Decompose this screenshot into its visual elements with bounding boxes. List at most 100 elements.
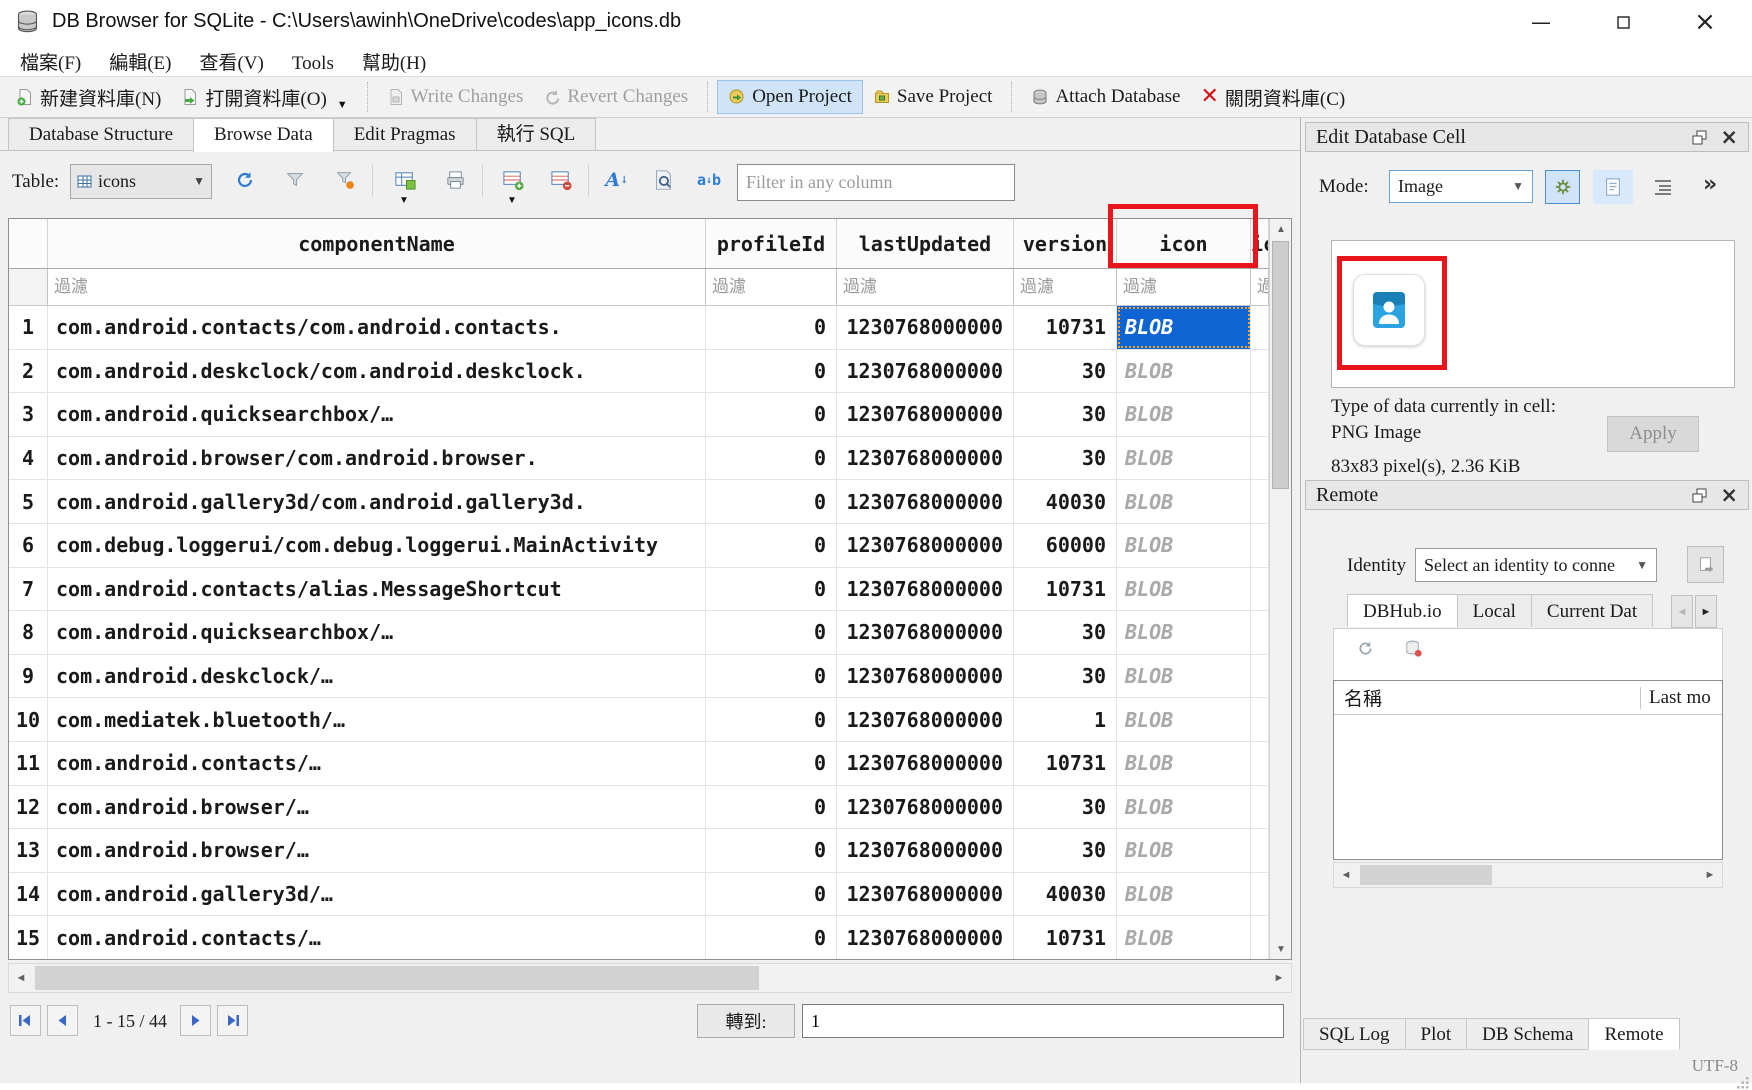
cell-extra[interactable] [1251,437,1269,480]
clear-filter-button[interactable] [332,167,358,193]
cell-profileId[interactable]: 0 [706,306,837,349]
save-table-view-button[interactable] [392,167,418,193]
first-record-button[interactable] [10,1005,41,1036]
close-database-button[interactable]: ✕ 關閉資料庫(C) [1190,79,1355,116]
cell-extra[interactable] [1251,568,1269,611]
save-project-button[interactable]: Save Project [863,81,1003,113]
menu-item-幫助(H)[interactable]: 幫助(H) [348,45,440,78]
scroll-right-arrow[interactable]: ► [1698,863,1722,887]
cell-icon-blob[interactable]: BLOB [1117,350,1251,393]
text-view-button[interactable] [1593,170,1633,204]
list-header-name[interactable]: 名稱 [1334,684,1640,711]
open-project-button[interactable]: Open Project [717,80,863,114]
dock-tab-Remote[interactable]: Remote [1588,1018,1679,1050]
row-number[interactable]: 5 [9,480,48,523]
cell-profileId[interactable]: 0 [706,742,837,785]
cell-extra[interactable] [1251,611,1269,654]
revert-changes-button[interactable]: Revert Changes [533,81,698,113]
scroll-left-arrow[interactable]: ◄ [1334,863,1358,887]
cell-icon-blob[interactable]: BLOB [1117,698,1251,741]
cell-componentName[interactable]: com.android.browser/… [48,786,706,829]
remote-tab-DBHub.io[interactable]: DBHub.io [1347,594,1458,627]
format-text-button[interactable]: A↓ [604,167,630,193]
vertical-scrollbar[interactable]: ▲ ▼ [1269,219,1291,959]
filter-input-version[interactable]: 過濾 [1014,269,1117,305]
close-window-button[interactable]: × [1682,6,1728,38]
apply-button[interactable]: Apply [1607,416,1699,452]
cell-icon-blob[interactable]: BLOB [1117,873,1251,916]
menu-item-檔案(F)[interactable]: 檔案(F) [6,45,95,78]
minimize-button[interactable]: — [1518,6,1564,38]
scroll-up-arrow[interactable]: ▲ [1270,219,1292,239]
scroll-left-arrow[interactable]: ◄ [9,964,33,992]
column-header-profileId[interactable]: profileId [706,219,837,268]
insert-record-button[interactable] [500,167,526,193]
cell-extra[interactable] [1251,480,1269,523]
write-changes-button[interactable]: Write Changes [377,81,534,113]
cell-componentName[interactable]: com.android.browser/com.android.browser. [48,437,706,480]
row-number[interactable]: 2 [9,350,48,393]
toolbar-overflow-chevron[interactable]: » [1703,172,1717,197]
tab-scroll-left-arrow[interactable]: ◄ [1671,595,1693,628]
maximize-button[interactable] [1600,6,1646,38]
cell-icon-blob[interactable]: BLOB [1117,524,1251,567]
mode-select[interactable]: Image ▼ [1389,170,1533,203]
remote-tab-Current Dat[interactable]: Current Dat [1531,594,1653,627]
cell-profileId[interactable]: 0 [706,873,837,916]
cell-icon-blob[interactable]: BLOB [1117,742,1251,785]
tab-Edit Pragmas[interactable]: Edit Pragmas [333,118,477,150]
cell-lastUpdated[interactable]: 1230768000000 [837,698,1014,741]
cell-version[interactable]: 30 [1014,437,1117,480]
cell-version[interactable]: 30 [1014,350,1117,393]
filter-any-column-input[interactable] [737,164,1015,201]
cell-icon-blob[interactable]: BLOB [1117,568,1251,611]
filter-input-componentName[interactable]: 過濾 [48,269,706,305]
cell-lastUpdated[interactable]: 1230768000000 [837,786,1014,829]
tab-Browse Data[interactable]: Browse Data [193,118,334,152]
cell-componentName[interactable]: com.mediatek.bluetooth/… [48,698,706,741]
cell-componentName[interactable]: com.android.contacts/alias.MessageShortc… [48,568,706,611]
vertical-scroll-thumb[interactable] [1272,241,1289,489]
cell-componentName[interactable]: com.android.gallery3d/com.android.galler… [48,480,706,523]
cell-icon-blob[interactable]: BLOB [1117,786,1251,829]
cell-version[interactable]: 10731 [1014,568,1117,611]
cell-componentName[interactable]: com.android.browser/… [48,829,706,872]
close-panel-icon[interactable]: × [1720,127,1738,147]
filter-button[interactable] [282,167,308,193]
cell-profileId[interactable]: 0 [706,480,837,523]
float-panel-icon[interactable] [1691,129,1708,146]
cell-componentName[interactable]: com.android.deskclock/… [48,655,706,698]
cell-extra[interactable] [1251,916,1269,959]
cell-icon-blob[interactable]: BLOB [1117,393,1251,436]
cell-profileId[interactable]: 0 [706,568,837,611]
scroll-right-arrow[interactable]: ► [1267,964,1291,992]
list-header-last-modified[interactable]: Last mo [1640,687,1711,709]
cell-profileId[interactable]: 0 [706,786,837,829]
cell-version[interactable]: 40030 [1014,873,1117,916]
cell-version[interactable]: 30 [1014,655,1117,698]
cell-extra[interactable] [1251,306,1269,349]
row-number[interactable]: 9 [9,655,48,698]
column-header-row-number[interactable] [9,219,48,268]
cell-lastUpdated[interactable]: 1230768000000 [837,873,1014,916]
open-database-dropdown-caret[interactable]: ▼ [337,99,348,111]
next-record-button[interactable] [180,1005,211,1036]
cell-componentName[interactable]: com.android.contacts/com.android.contact… [48,306,706,349]
cell-lastUpdated[interactable]: 1230768000000 [837,916,1014,959]
encoding-indicator[interactable]: UTF-8 [1692,1056,1738,1076]
cell-lastUpdated[interactable]: 1230768000000 [837,655,1014,698]
delete-record-button[interactable] [548,167,574,193]
print-button[interactable] [442,167,468,193]
refresh-remote-icon[interactable] [1356,639,1375,658]
dock-tab-Plot[interactable]: Plot [1405,1018,1468,1050]
cell-lastUpdated[interactable]: 1230768000000 [837,306,1014,349]
horizontal-scroll-thumb[interactable] [35,966,759,990]
cell-icon-blob[interactable]: BLOB [1117,480,1251,523]
cell-lastUpdated[interactable]: 1230768000000 [837,742,1014,785]
new-database-button[interactable]: 新建資料庫(N) [6,79,171,116]
cell-extra[interactable] [1251,350,1269,393]
filter-input-profileId[interactable]: 過濾 [706,269,837,305]
dock-tab-SQL Log[interactable]: SQL Log [1303,1018,1406,1050]
cell-version[interactable]: 30 [1014,611,1117,654]
table-select[interactable]: icons ▼ [70,164,212,199]
